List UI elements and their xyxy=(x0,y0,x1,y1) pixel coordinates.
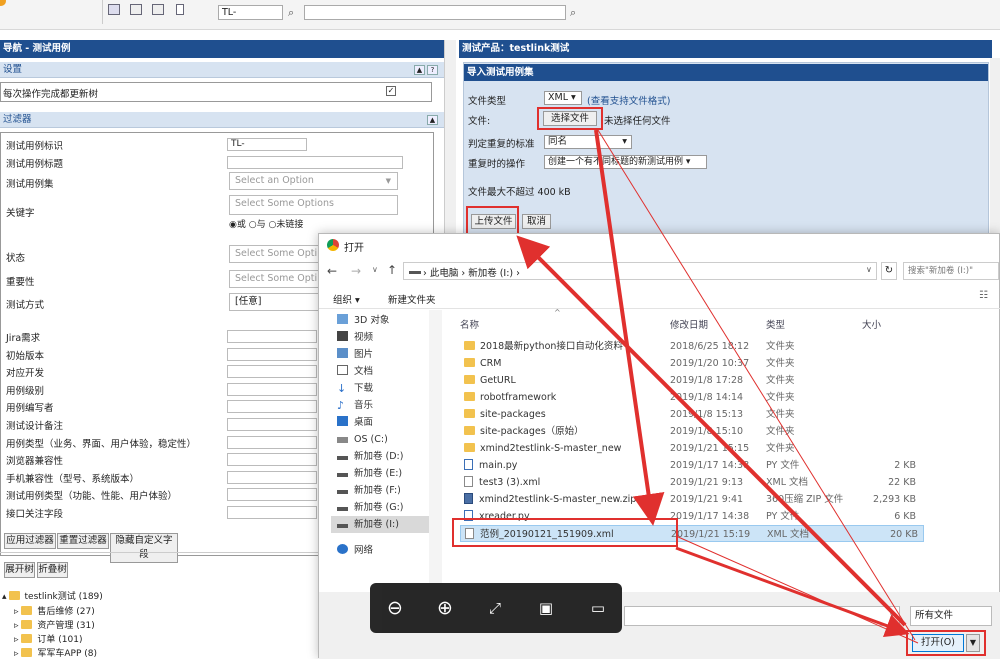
comment-icon[interactable]: ▭ xyxy=(585,595,611,621)
annotation-arrows xyxy=(516,129,919,644)
image-viewer-toolbar: ⊖ ⊕ ⤢ ▣ ▭ xyxy=(370,583,622,633)
arrow-thin-choose xyxy=(597,129,916,641)
arrow-open-to-upload xyxy=(516,235,907,627)
arrow-thin-file xyxy=(675,535,919,644)
zoom-out-icon[interactable]: ⊖ xyxy=(382,595,408,621)
fit-screen-icon[interactable]: ⤢ xyxy=(482,595,508,621)
zoom-in-icon[interactable]: ⊕ xyxy=(432,595,458,621)
present-icon[interactable]: ▣ xyxy=(533,595,559,621)
